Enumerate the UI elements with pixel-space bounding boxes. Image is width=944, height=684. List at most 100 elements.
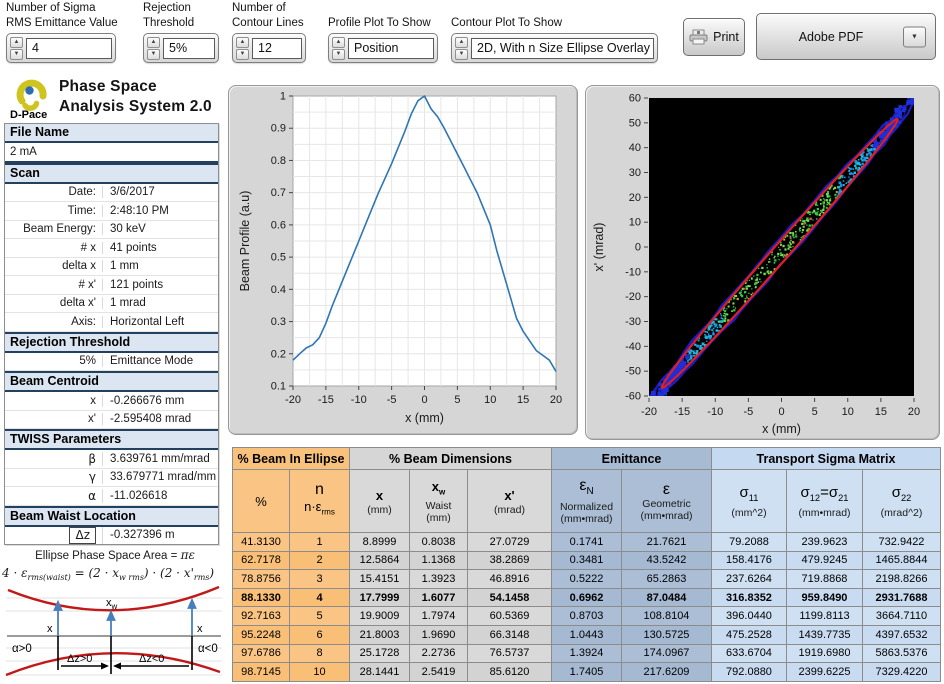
svg-text:-50: -50 (625, 366, 641, 378)
table-cell: 8 (289, 643, 350, 664)
increment-button[interactable]: ▲ (147, 36, 160, 48)
svg-text:-10: -10 (707, 406, 723, 418)
control-label: Profile Plot To Show (328, 17, 431, 29)
svg-text:-60: -60 (625, 391, 641, 403)
table-cell: 108.8104 (621, 606, 712, 626)
table-cell: 2198.8266 (862, 569, 941, 589)
decrement-button[interactable]: ▼ (147, 48, 160, 60)
row-value: -0.266676 mm (110, 394, 185, 407)
decrement-button[interactable]: ▼ (236, 48, 249, 60)
increment-button[interactable]: ▲ (455, 36, 468, 48)
profile-plot-value[interactable]: Position (348, 37, 434, 59)
x-label-left: x (47, 623, 53, 635)
svg-text:0.2: 0.2 (271, 348, 286, 360)
group-header: % Beam Dimensions (349, 447, 552, 470)
svg-text:-5: -5 (387, 394, 397, 406)
phase-space-analysis-app: { "toolbar": { "controls": [ {"label1":"… (0, 0, 944, 684)
sigma-rms-control[interactable]: ▲ ▼ 4 (6, 33, 116, 63)
contour-lines-control[interactable]: ▲ ▼ 12 (232, 33, 306, 63)
table-cell: 6 (289, 624, 350, 645)
adobe-pdf-dropdown[interactable]: ▼ (903, 26, 926, 47)
table-cell: 174.0967 (621, 643, 712, 664)
svg-text:20: 20 (629, 192, 641, 204)
sidebar-row: x -0.266676 mm (5, 392, 218, 411)
rejection-threshold-value[interactable]: 5% (163, 37, 215, 59)
adobe-pdf-button[interactable]: Adobe PDF ▼ (756, 13, 936, 60)
table-cell: 1.0443 (551, 624, 622, 645)
rejection-threshold-control[interactable]: ▲ ▼ 5% (143, 33, 219, 63)
beam-waist-diagram: Ellipse Phase Space Area = πε 4 · εrms(w… (1, 548, 222, 677)
row-value: Horizontal Left (110, 315, 185, 328)
table-cell: 12.5864 (349, 550, 410, 571)
spinner: ▲ ▼ (10, 36, 23, 60)
table-cell: 10 (289, 662, 350, 682)
svg-text:50: 50 (629, 117, 641, 129)
table-cell: 237.6264 (711, 569, 787, 589)
column-header: σ11 (mm^2) (711, 469, 787, 533)
svg-text:40: 40 (629, 142, 641, 154)
table-cell: 98.7145 (232, 662, 290, 682)
svg-text:5: 5 (454, 394, 460, 406)
svg-text:-20: -20 (625, 291, 641, 303)
table-cell: 46.8916 (467, 569, 552, 589)
table-group-header-row: % Beam In Ellipse% Beam Dimensions Emitta… (232, 447, 941, 470)
chevron-down-icon: ▼ (911, 33, 918, 40)
table-cell: 475.2528 (711, 624, 787, 645)
svg-text:0: 0 (421, 394, 427, 406)
row-label: x (5, 394, 103, 407)
table-cell: 76.5737 (467, 643, 552, 664)
table-cell: 28.1441 (349, 662, 410, 682)
row-label: # x (5, 241, 103, 254)
svg-text:0.8: 0.8 (271, 155, 286, 167)
table-cell: 3664.7110 (862, 606, 941, 626)
svg-text:5: 5 (812, 406, 818, 418)
results-table: % Beam In Ellipse% Beam Dimensions Emitta… (232, 447, 941, 682)
sidebar-row: α -11.026618 (5, 487, 218, 506)
row-label: Δz (5, 526, 103, 544)
svg-text:15: 15 (517, 394, 529, 406)
decrement-button[interactable]: ▼ (332, 48, 345, 60)
beam-size-arrows (53, 597, 197, 636)
spinner: ▲ ▼ (147, 36, 160, 60)
decrement-button[interactable]: ▼ (10, 48, 23, 60)
row-label: Date: (5, 186, 103, 199)
row-label: x' (5, 413, 103, 426)
contour-plot-value[interactable]: 2D, With n Size Ellipse Overlay (471, 37, 654, 59)
profile-plot-selector[interactable]: ▲ ▼ Position (328, 33, 438, 63)
table-cell: 2.2736 (409, 643, 468, 664)
row-label-text: Δz (69, 526, 96, 544)
increment-button[interactable]: ▲ (332, 36, 345, 48)
print-button[interactable]: Print (683, 18, 745, 56)
contour-plot-selector[interactable]: ▲ ▼ 2D, With n Size Ellipse Overlay (451, 33, 658, 63)
table-cell: 2.5419 (409, 662, 468, 682)
table-cell: 0.1741 (551, 532, 622, 552)
contour-y-axis-label: x' (mrad) (592, 223, 606, 272)
table-row: 41.3130 1 8.8999 0.8038 27.0729 0.1741 21.7621… (232, 532, 941, 552)
svg-text:-15: -15 (674, 406, 690, 418)
contour-lines-value[interactable]: 12 (252, 37, 302, 59)
table-cell: 85.6120 (467, 662, 552, 682)
column-header: % (232, 469, 290, 533)
decrement-button[interactable]: ▼ (455, 48, 468, 60)
sidebar-row: γ 33.679771 mrad/mm (5, 469, 218, 487)
row-value: 41 points (110, 241, 157, 254)
table-cell: 95.2248 (232, 624, 290, 645)
results-table-grid: % Beam In Ellipse% Beam Dimensions Emitta… (232, 447, 941, 682)
svg-text:0: 0 (635, 242, 641, 254)
row-value: -0.327396 m (110, 529, 175, 542)
column-header: ε Geometric (mm•mrad) (621, 469, 712, 533)
svg-text:0.3: 0.3 (271, 316, 286, 328)
increment-button[interactable]: ▲ (236, 36, 249, 48)
sigma-rms-value[interactable]: 4 (26, 37, 112, 59)
table-cell: 1.3924 (551, 643, 622, 664)
phase-space-panel: -20 -15 -10 -5 0 5 10 15 20 -60 -50 -40 -30 -20 -10 0 10… (585, 85, 940, 440)
increment-button[interactable]: ▲ (10, 36, 23, 48)
column-header: n n·εrms (289, 469, 350, 533)
table-cell: 1199.8113 (786, 606, 863, 626)
row-value: 1 mrad (110, 297, 146, 310)
table-cell: 88.1330 (232, 587, 290, 608)
table-cell: 217.6209 (621, 662, 712, 682)
dz-negative-label: Δz<0 (139, 653, 164, 665)
row-value: 121 points (110, 278, 164, 291)
group-header: Transport Sigma Matrix (711, 447, 941, 470)
